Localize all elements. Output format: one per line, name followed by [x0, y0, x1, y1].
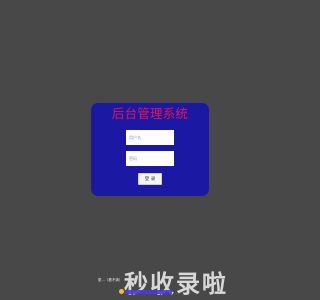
footer-link[interactable] [124, 290, 172, 294]
watermark-overlay: 秒收录啦 更...（看不清） [96, 262, 276, 298]
page-background: 后台管理系统 登 录 秒收录啦 更...（看不清） [0, 0, 300, 300]
username-input[interactable] [126, 130, 174, 145]
login-title: 后台管理系统 [111, 106, 189, 121]
footer-note: 更...（看不清） [98, 278, 123, 282]
password-input[interactable] [126, 151, 174, 166]
login-button[interactable]: 登 录 [138, 173, 162, 185]
login-panel: 后台管理系统 登 录 [91, 103, 209, 196]
